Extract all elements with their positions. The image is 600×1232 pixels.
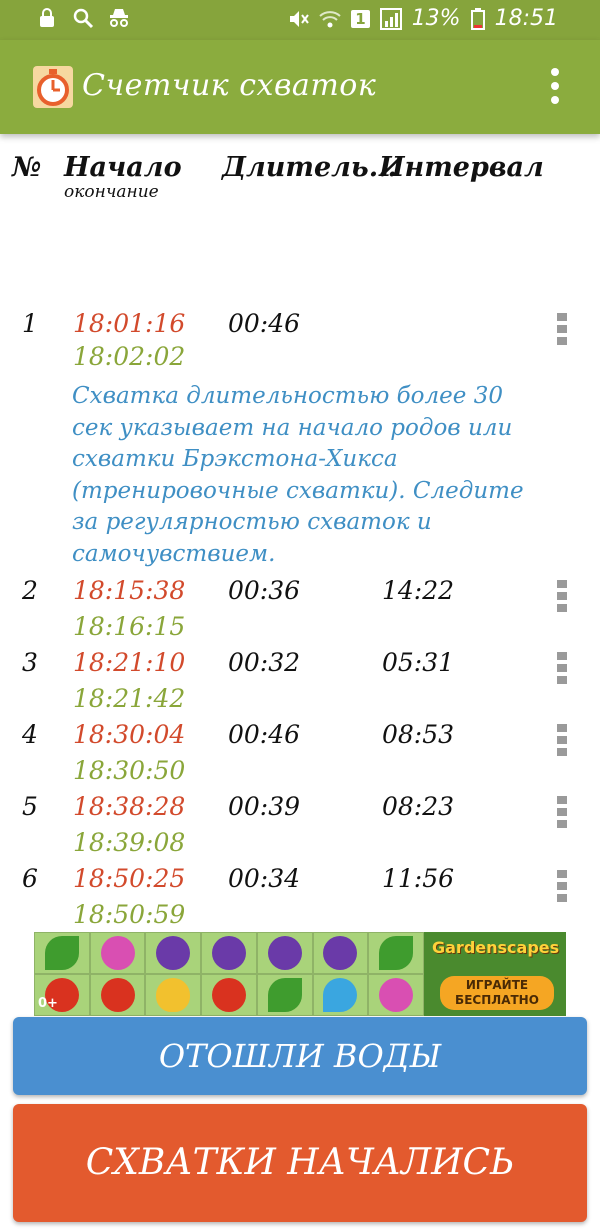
apple-icon (100, 978, 135, 1012)
berry-icon (211, 936, 246, 970)
row-start-time: 18:30:04 (73, 720, 186, 749)
pear-icon (156, 978, 191, 1012)
row-end-time: 18:39:08 (73, 828, 186, 857)
apple-icon (211, 978, 246, 1012)
row-number: 3 (22, 648, 38, 677)
ad-brand-logo: Gardenscapes (432, 938, 560, 957)
row-start-time: 18:01:16 (73, 309, 186, 338)
row-duration: 00:39 (228, 792, 301, 821)
app-bar: Счетчик схваток (0, 40, 600, 134)
header-duration: Длитель... (222, 152, 397, 183)
incognito-icon (110, 9, 128, 27)
flower-icon (100, 936, 135, 970)
row-end-time: 18:30:50 (73, 756, 186, 785)
water-broke-button[interactable]: ОТОШЛИ ВОДЫ (13, 1017, 587, 1095)
row-duration: 00:36 (228, 576, 301, 605)
sim-slot-badge: 1 (351, 9, 370, 28)
row-end-time: 18:21:42 (73, 684, 186, 713)
row-menu-icon[interactable] (556, 724, 568, 760)
contractions-started-button[interactable]: СХВАТКИ НАЧАЛИСЬ (13, 1104, 587, 1222)
row-interval: 11:56 (382, 864, 455, 893)
berry-icon (267, 936, 302, 970)
ad-play-button[interactable]: ИГРАЙТЕ БЕСПЛАТНО (440, 976, 554, 1010)
header-start-sub: окончание (64, 182, 159, 202)
row-start-time: 18:21:10 (73, 648, 186, 677)
header-number: № (12, 152, 42, 183)
mute-icon (290, 10, 310, 27)
stopwatch-icon (33, 66, 73, 108)
leaf-icon (379, 936, 414, 970)
battery-percent: 13% (411, 6, 461, 31)
app-title: Счетчик схваток (82, 68, 377, 103)
row-interval: 05:31 (382, 648, 455, 677)
flower-icon (379, 978, 414, 1012)
row-duration: 00:32 (228, 648, 301, 677)
drop-icon (323, 978, 358, 1012)
status-time: 18:51 (494, 6, 558, 31)
row-start-time: 18:15:38 (73, 576, 186, 605)
berry-icon (156, 936, 191, 970)
row-end-time: 18:02:02 (73, 342, 186, 371)
row-menu-icon[interactable] (556, 796, 568, 832)
battery-icon (470, 7, 485, 30)
row-duration: 00:46 (228, 720, 301, 749)
status-right-icons: 1 13% 18:51 (287, 6, 558, 31)
ad-game-board (34, 932, 424, 1016)
row-number: 6 (22, 864, 38, 893)
status-left-icons (36, 7, 130, 29)
row-duration: 00:34 (228, 864, 301, 893)
row-duration: 00:46 (228, 309, 301, 338)
row-number: 5 (22, 792, 38, 821)
header-interval: Интервал (379, 152, 544, 183)
row-menu-icon[interactable] (556, 580, 568, 616)
more-vert-icon[interactable] (550, 68, 560, 108)
row-end-time: 18:16:15 (73, 612, 186, 641)
search-icon (73, 8, 94, 29)
row-number: 2 (22, 576, 38, 605)
row-number: 1 (22, 309, 38, 338)
row-interval: 08:23 (382, 792, 455, 821)
wifi-icon (319, 10, 341, 27)
leaf-icon (44, 936, 79, 970)
row-menu-icon[interactable] (556, 652, 568, 688)
row-interval: 08:53 (382, 720, 455, 749)
row-menu-icon[interactable] (556, 313, 568, 349)
row-start-time: 18:50:25 (73, 864, 186, 893)
lock-icon (40, 8, 54, 27)
row-start-time: 18:38:28 (73, 792, 186, 821)
status-bar: 1 13% 18:51 (0, 0, 600, 40)
leaf-icon (267, 978, 302, 1012)
signal-icon (379, 7, 402, 30)
ad-age-rating: 0+ (38, 996, 58, 1011)
ad-banner[interactable]: 0+ Gardenscapes ИГРАЙТЕ БЕСПЛАТНО (34, 932, 566, 1016)
row-menu-icon[interactable] (556, 870, 568, 906)
header-start: Начало (64, 152, 182, 183)
row-end-time: 18:50:59 (73, 900, 186, 929)
row-number: 4 (22, 720, 38, 749)
info-note: Схватка длительностью более 30 сек указы… (72, 383, 524, 567)
berry-icon (323, 936, 358, 970)
row-interval: 14:22 (382, 576, 455, 605)
